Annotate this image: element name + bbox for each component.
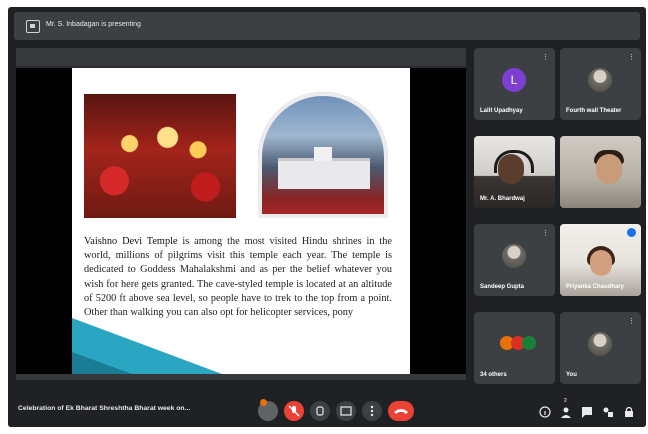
present-screen-icon (26, 20, 40, 33)
people-button[interactable]: 2 (559, 398, 573, 421)
reaction-badge (260, 399, 267, 406)
participant-name: 34 others (480, 372, 507, 378)
avatar (502, 244, 526, 268)
more-options-icon[interactable]: ⋮ (542, 53, 549, 61)
participant-name: Lalit Upadhyay (480, 108, 523, 114)
temple-image (254, 88, 392, 218)
chat-icon (582, 407, 592, 418)
slide-decoration-dark (72, 352, 132, 374)
participant-video (560, 136, 641, 208)
phone-hangup-icon (394, 409, 408, 414)
slide-body-text: Vaishno Devi Temple is among the most vi… (84, 235, 392, 320)
participant-tile-fourth-wall[interactable]: ⋮ Fourth wall Theater (560, 48, 641, 120)
activities-button[interactable] (601, 405, 615, 421)
participant-name: You (566, 372, 577, 378)
reactions-button[interactable] (258, 399, 278, 421)
presentation-stage[interactable]: Vaishno Devi Temple is among the most vi… (16, 48, 466, 380)
avatar (588, 68, 612, 92)
shared-screen: Vaishno Devi Temple is among the most vi… (16, 68, 466, 374)
participant-tile-others[interactable]: 34 others (474, 312, 555, 384)
more-options-icon[interactable]: ⋮ (542, 229, 549, 237)
hand-icon (316, 406, 324, 416)
stage-footer (16, 374, 466, 380)
participant-tile-sandeep[interactable]: ⋮ Sandeep Gupta (474, 224, 555, 296)
participant-tile-priyanka[interactable]: Priyanka Chaudhary (560, 224, 641, 296)
others-avatars (500, 336, 536, 355)
deity-image (84, 94, 236, 218)
more-options-icon[interactable]: ⋮ (628, 317, 635, 325)
mic-off-icon (288, 405, 300, 417)
more-options-icon[interactable]: ⋮ (628, 53, 635, 61)
leave-call-button[interactable] (388, 401, 414, 421)
participant-tile-lalit[interactable]: L ⋮ Lalit Upadhyay (474, 48, 555, 120)
meeting-title[interactable]: Celebration of Ek Bharat Shreshtha Bhara… (18, 405, 190, 412)
mic-off-button[interactable] (284, 401, 304, 421)
control-bar: Celebration of Ek Bharat Shreshtha Bhara… (8, 393, 646, 427)
chat-button[interactable] (580, 405, 594, 421)
slide-body-lead: Vaishno Devi Temple (84, 236, 178, 247)
avatar (588, 332, 612, 356)
people-count-badge: 2 (564, 398, 567, 404)
speaking-indicator-icon (627, 228, 636, 237)
meeting-details-button[interactable] (538, 405, 552, 421)
presentation-slide: Vaishno Devi Temple is among the most vi… (72, 68, 410, 374)
present-icon (340, 406, 352, 416)
present-button[interactable] (336, 401, 356, 421)
participant-name: Sandeep Gupta (480, 284, 525, 290)
participant-name: Mr. A. Bhardwaj (480, 196, 525, 202)
raise-hand-button[interactable] (310, 401, 330, 421)
avatar: L (502, 68, 526, 92)
stage-header (16, 48, 466, 66)
info-icon (539, 406, 551, 418)
slide-body-rest: is among the most visited Hindu shrines … (84, 236, 393, 319)
participant-tile-you[interactable]: ⋮ You (560, 312, 641, 384)
presenting-banner: Mr. S. Inbadagan is presenting (14, 12, 640, 40)
participant-tile-bhardwaj[interactable]: Mr. A. Bhardwaj (474, 136, 555, 208)
presenting-label: Mr. S. Inbadagan is presenting (46, 21, 141, 28)
participant-name: Fourth wall Theater (566, 108, 622, 114)
host-controls-button[interactable] (622, 405, 636, 421)
shapes-icon (603, 407, 613, 417)
people-icon (561, 407, 571, 418)
participant-tile-video[interactable] (560, 136, 641, 208)
participant-name: Priyanka Chaudhary (566, 284, 625, 290)
lock-icon (625, 406, 633, 417)
more-vert-icon (370, 405, 374, 417)
meet-window: Mr. S. Inbadagan is presenting Vaishno D… (8, 7, 646, 427)
more-options-button[interactable] (362, 401, 382, 421)
